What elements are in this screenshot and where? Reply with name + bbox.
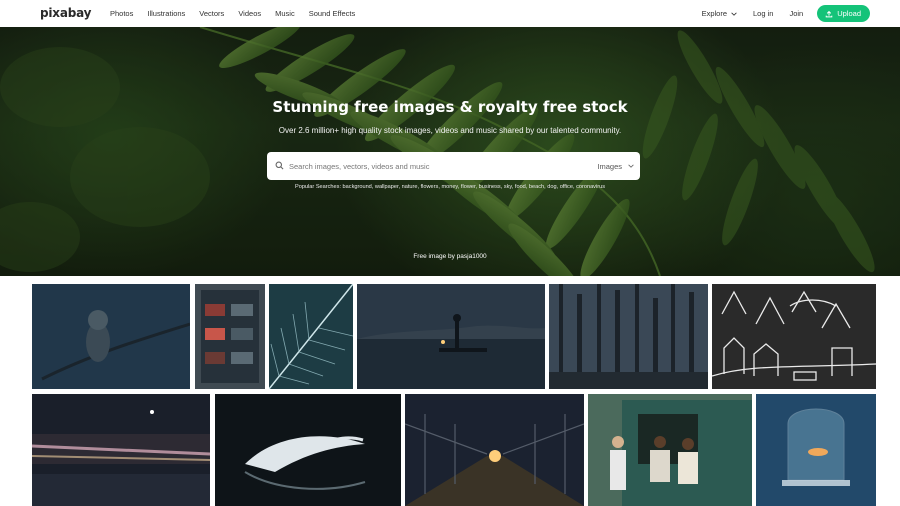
hero-banner: Stunning free images & royalty free stoc… (0, 27, 900, 276)
fisherman-photo (357, 284, 545, 389)
gallery-image-swan[interactable] (215, 394, 401, 506)
search-type-select[interactable]: Images (597, 152, 634, 180)
upload-icon (825, 10, 833, 17)
upload-label: Upload (837, 9, 861, 18)
popular-searches[interactable]: Popular Searches: background, wallpaper,… (0, 184, 900, 190)
nav-photos[interactable]: Photos (110, 9, 133, 18)
chevron-down-icon (731, 12, 737, 16)
search-type-label: Images (597, 161, 622, 171)
login-link[interactable]: Log in (753, 9, 773, 18)
truck-men-photo (588, 394, 752, 506)
hero-subtitle: Over 2.6 million+ high quality stock ima… (278, 126, 622, 135)
gallery-image-feather[interactable] (269, 284, 353, 389)
explore-label: Explore (701, 9, 728, 18)
hero-title: Stunning free images & royalty free stoc… (272, 98, 628, 116)
gallery-image-bridge[interactable] (405, 394, 584, 506)
building-photo (195, 284, 265, 389)
main-nav: Photos Illustrations Vectors Videos Musi… (110, 0, 369, 27)
forest-photo (549, 284, 708, 389)
gallery-image-forest[interactable] (549, 284, 708, 389)
glass-jar-photo (756, 394, 876, 506)
explore-menu[interactable]: Explore (702, 9, 737, 18)
gallery-image-owl[interactable] (32, 284, 190, 389)
image-credit[interactable]: Free image by pasja1000 (0, 253, 900, 260)
chalk-houses-photo (712, 284, 876, 389)
upload-button[interactable]: Upload (817, 5, 870, 22)
gallery-image-truck-men[interactable] (588, 394, 752, 506)
gallery-image-city-night[interactable] (32, 394, 210, 506)
nav-videos[interactable]: Videos (238, 9, 261, 18)
swan-photo (215, 394, 401, 506)
nav-vectors[interactable]: Vectors (199, 9, 224, 18)
gallery-image-chalk-houses[interactable] (712, 284, 876, 389)
nav-music[interactable]: Music (275, 9, 295, 18)
chevron-down-icon (628, 164, 634, 168)
owl-photo (32, 284, 190, 389)
pixabay-logo[interactable]: pixabay (40, 6, 91, 20)
top-navbar: pixabay Photos Illustrations Vectors Vid… (0, 0, 900, 27)
nav-illustrations[interactable]: Illustrations (147, 9, 185, 18)
search-icon[interactable] (275, 161, 284, 170)
feather-photo (269, 284, 353, 389)
gallery-image-glass-jar[interactable] (756, 394, 876, 506)
search-input[interactable] (289, 152, 589, 180)
city-night-photo (32, 394, 210, 506)
gallery-image-fisherman[interactable] (357, 284, 545, 389)
search-bar: Images (267, 152, 640, 180)
bridge-photo (405, 394, 584, 506)
join-link[interactable]: Join (789, 9, 803, 18)
nav-actions: Explore Log in Join Upload (686, 0, 870, 27)
gallery-image-building[interactable] (195, 284, 265, 389)
nav-sound-effects[interactable]: Sound Effects (309, 9, 356, 18)
